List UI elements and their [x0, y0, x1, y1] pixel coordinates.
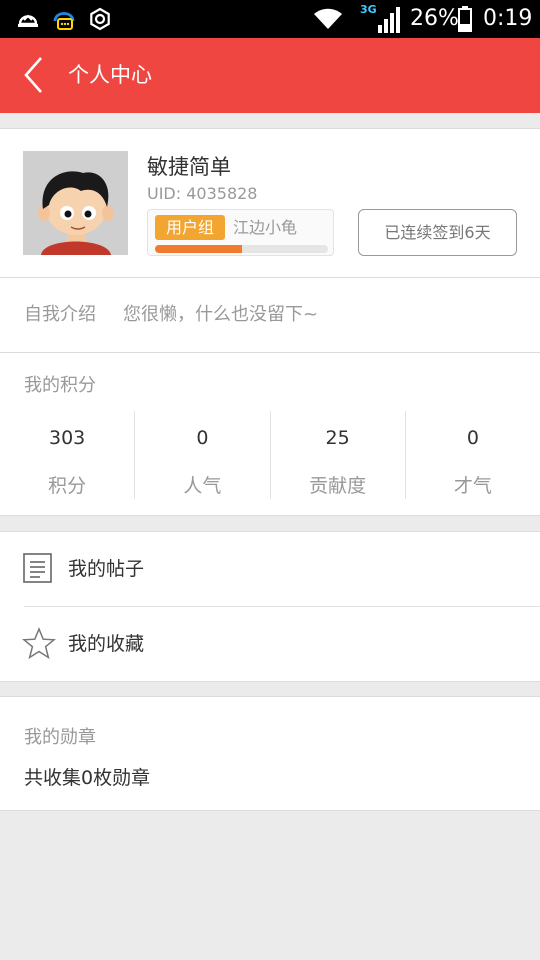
settings-icon — [87, 0, 113, 38]
back-arrow-icon — [24, 57, 42, 93]
level-progress-bar — [155, 245, 328, 253]
point-label: 人气 — [183, 475, 222, 497]
menu-card: 我的帖子 我的收藏 — [0, 531, 540, 682]
point-label: 才气 — [453, 475, 492, 497]
point-label: 积分 — [48, 475, 87, 497]
menu-item-my-favorites[interactable]: 我的收藏 — [0, 607, 540, 681]
signal-icon: 3G — [358, 0, 404, 38]
intro-label: 自我介绍 — [24, 304, 96, 325]
clock: 0:19 — [483, 6, 533, 31]
points-item-contribution[interactable]: 25 贡献度 — [269, 411, 405, 499]
battery-icon — [456, 0, 474, 38]
wifi-icon — [312, 0, 344, 38]
point-value: 25 — [325, 427, 350, 449]
back-button[interactable] — [10, 50, 56, 100]
point-value: 0 — [466, 427, 479, 449]
signin-button[interactable]: 已连续签到6天 — [358, 209, 517, 256]
level-progress-fill — [155, 245, 242, 253]
points-item-talent[interactable]: 0 才气 — [404, 411, 540, 499]
menu-label: 我的收藏 — [68, 633, 145, 655]
app-header: 个人中心 — [0, 38, 540, 113]
nickname: 敏捷简单 — [147, 155, 231, 179]
medals-card[interactable]: 我的勋章 共收集0枚勋章 — [0, 696, 540, 811]
menu-item-my-posts[interactable]: 我的帖子 — [0, 532, 540, 607]
user-group: 用户组 江边小龟 — [147, 209, 334, 256]
avatar[interactable] — [23, 151, 128, 255]
menu-label: 我的帖子 — [68, 558, 145, 580]
points-item-score[interactable]: 303 积分 — [0, 411, 134, 499]
points-title: 我的积分 — [24, 375, 96, 396]
battery-percent: 26% — [410, 6, 459, 31]
page-title: 个人中心 — [68, 63, 152, 87]
group-badge: 用户组 — [155, 215, 225, 240]
star-icon — [22, 627, 56, 661]
notification-icon — [14, 0, 42, 38]
points-item-popularity[interactable]: 0 人气 — [134, 411, 269, 499]
user-id: UID: 4035828 — [147, 184, 258, 203]
intro-text: 您很懒，什么也没留下~ — [123, 304, 319, 325]
profile-card: 敏捷简单 UID: 4035828 用户组 江边小龟 已连续签到6天 — [0, 128, 540, 278]
point-label: 贡献度 — [309, 475, 367, 497]
points-row: 303 积分 0 人气 25 贡献度 0 才气 — [0, 411, 540, 499]
medals-title: 我的勋章 — [24, 727, 96, 748]
document-icon — [22, 552, 54, 586]
point-value: 303 — [48, 427, 86, 449]
point-value: 0 — [196, 427, 209, 449]
chat-icon — [50, 0, 78, 38]
medals-summary: 共收集0枚勋章 — [24, 767, 151, 789]
intro-row[interactable]: 自我介绍 您很懒，什么也没留下~ — [0, 278, 540, 353]
group-name: 江边小龟 — [233, 218, 298, 237]
points-card: 我的积分 303 积分 0 人气 25 贡献度 0 才气 — [0, 353, 540, 516]
status-bar: 3G 26% 0:19 — [0, 0, 540, 38]
